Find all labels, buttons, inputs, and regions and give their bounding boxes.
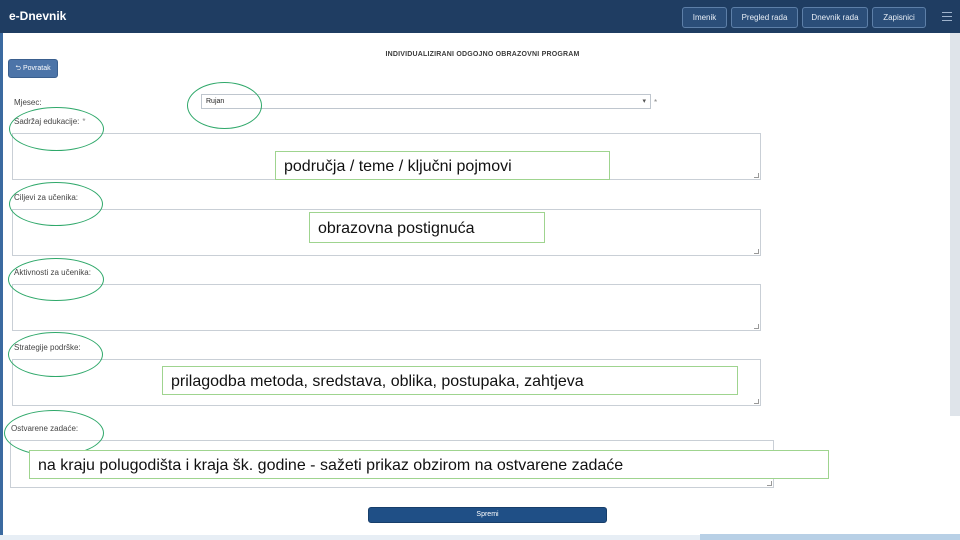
annotation-circle-goals (9, 182, 103, 226)
resize-handle-icon[interactable] (754, 399, 759, 404)
top-navbar: e-Dnevnik Imenik Pregled rada Dnevnik ra… (0, 0, 960, 33)
resize-handle-icon[interactable] (754, 324, 759, 329)
app-brand[interactable]: e-Dnevnik (9, 9, 66, 23)
month-label: Mjesec: (14, 98, 42, 107)
goals-hint-overlay: obrazovna postignuća (309, 212, 545, 243)
annotation-circle-activities (8, 258, 104, 301)
nav-pregled-rada-button[interactable]: Pregled rada (731, 7, 798, 28)
activities-textarea[interactable] (12, 284, 761, 331)
strategies-hint-overlay: prilagodba metoda, sredstava, oblika, po… (162, 366, 738, 395)
annotation-circle-content (9, 107, 104, 151)
nav-dnevnik-rada-button[interactable]: Dnevnik rada (802, 7, 868, 28)
month-select[interactable]: Rujan ▾ (201, 94, 651, 109)
nav-imenik-button[interactable]: Imenik (682, 7, 727, 28)
annotation-circle-strategies (8, 332, 103, 377)
right-scroll-strip[interactable] (950, 33, 960, 416)
content-hint-overlay: područja / teme / ključni pojmovi (275, 151, 610, 180)
page-title: INDIVIDUALIZIRANI ODGOJNO OBRAZOVNI PROG… (385, 51, 580, 58)
back-button[interactable]: ⮌ Povratak (8, 59, 58, 78)
bottom-accent (700, 534, 960, 540)
resize-handle-icon[interactable] (754, 173, 759, 178)
save-button[interactable]: Spremi (368, 507, 607, 523)
chevron-down-icon: ▾ (642, 98, 646, 105)
annotation-circle-month (187, 82, 262, 129)
achieved-hint-overlay: na kraju polugodišta i kraja šk. godine … (29, 450, 829, 479)
nav-zapisnici-button[interactable]: Zapisnici (872, 7, 926, 28)
resize-handle-icon[interactable] (754, 249, 759, 254)
resize-handle-icon[interactable] (767, 481, 772, 486)
month-required-mark: * (654, 98, 658, 107)
hamburger-menu-icon[interactable] (942, 12, 952, 21)
